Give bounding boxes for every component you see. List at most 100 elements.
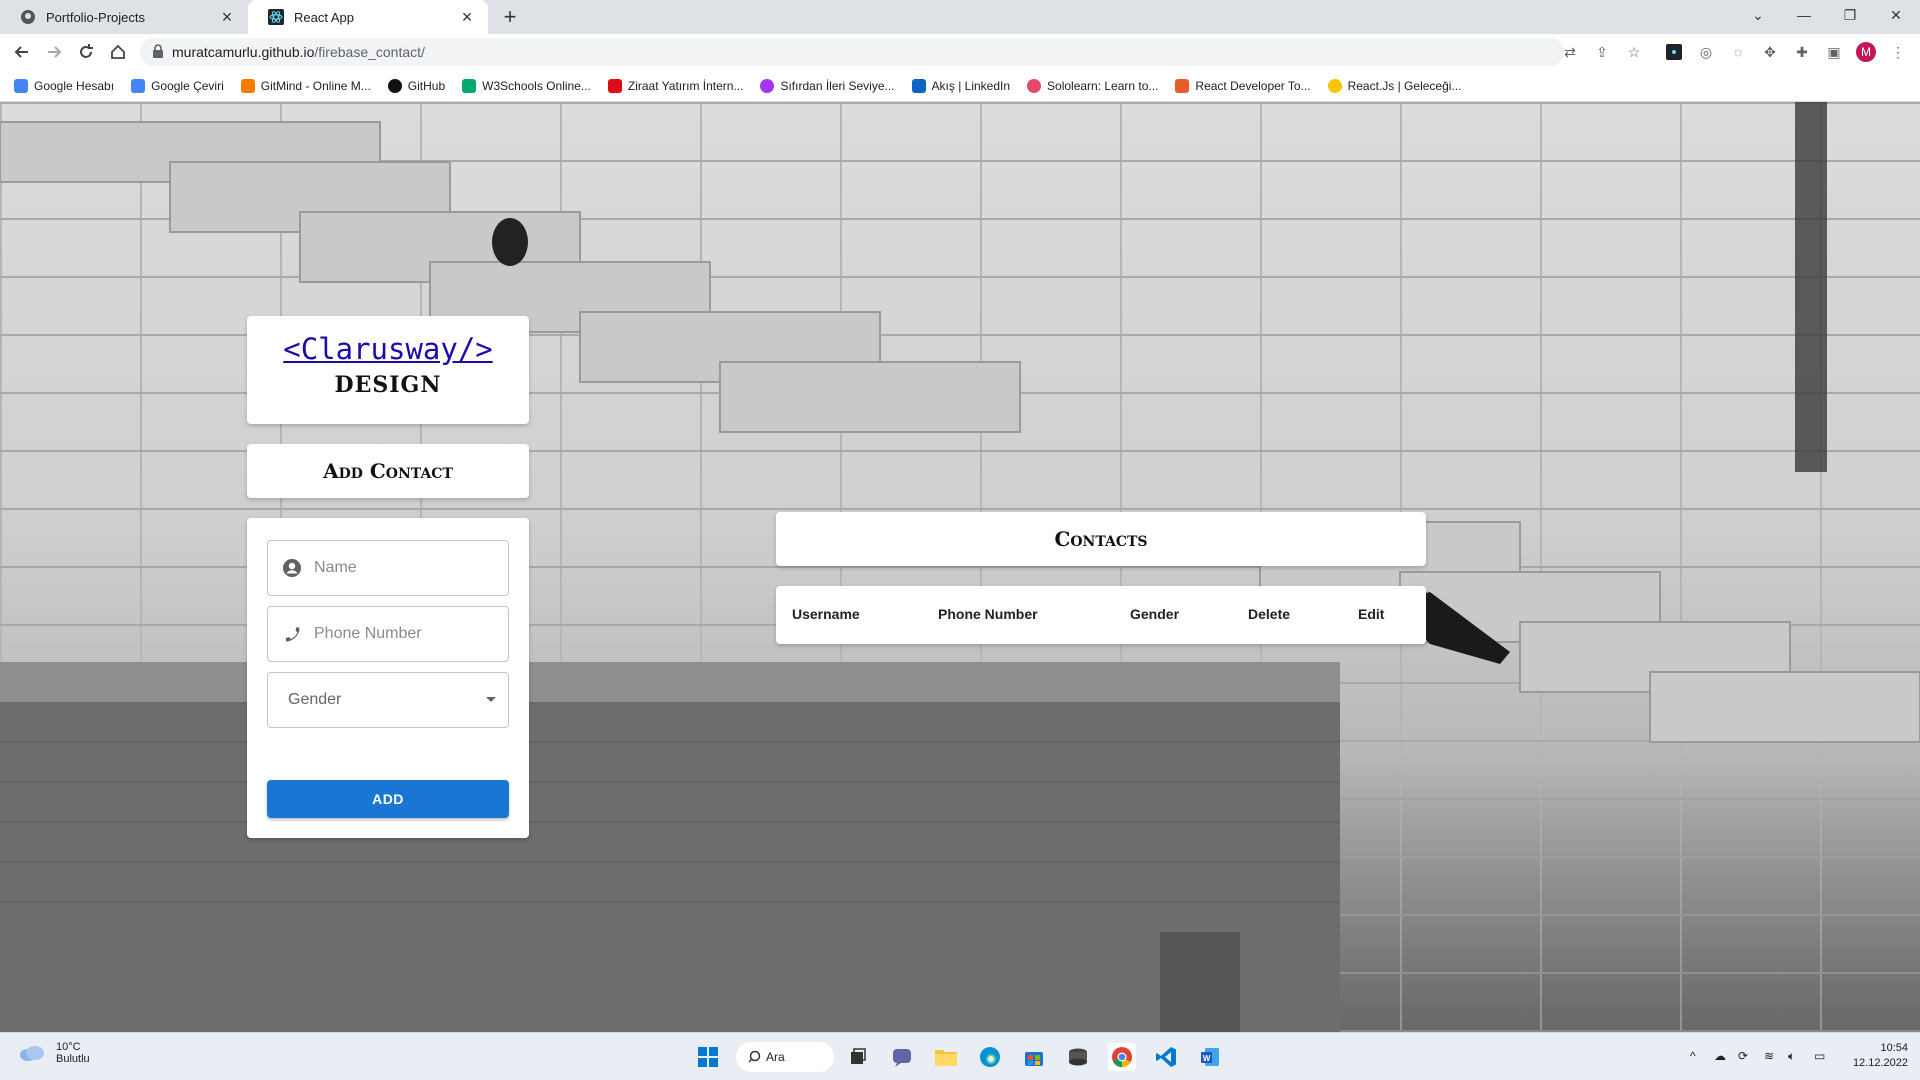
bookmarks-bar: Google Hesabı Google Çeviri GitMind - On… [0, 70, 1920, 102]
puzzle-icon[interactable]: ✚ [1792, 42, 1812, 62]
windows-start-icon[interactable] [694, 1043, 722, 1071]
extension-icon[interactable]: ◎ [1696, 42, 1716, 62]
bookmark-label: React.Js | Geleceği... [1347, 78, 1462, 93]
browser-toolbar: muratcamurlu.github.io/firebase_contact/… [0, 34, 1920, 70]
sololearn-icon [1027, 78, 1042, 93]
phone-field[interactable] [267, 606, 509, 662]
lock-icon [152, 43, 164, 61]
sync-icon[interactable]: ⟳ [1738, 1049, 1748, 1063]
system-clock[interactable]: 10:54 12.12.2022 [1853, 1041, 1908, 1071]
react-devtools-icon[interactable] [1664, 42, 1684, 62]
file-explorer-icon[interactable] [932, 1043, 960, 1071]
minimize-button[interactable]: — [1782, 0, 1826, 30]
tab-close-icon[interactable]: × [458, 7, 476, 28]
gender-select-label: Gender [288, 691, 342, 708]
bookmark-label: Sıfırdan İleri Seviye... [780, 78, 895, 93]
battery-icon[interactable]: ▭ [1814, 1049, 1825, 1063]
tab-portfolio-projects[interactable]: Portfolio-Projects × [0, 0, 248, 34]
clock-time: 10:54 [1880, 1042, 1908, 1054]
column-header-gender: Gender [1130, 606, 1180, 622]
bookmark-item[interactable]: Google Çeviri [131, 78, 224, 93]
new-tab-button[interactable]: + [498, 4, 522, 30]
bookmark-label: GitHub [407, 78, 446, 93]
back-arrow-icon[interactable] [10, 40, 34, 64]
react-developer-icon [1175, 78, 1190, 93]
name-input[interactable] [312, 558, 482, 578]
menu-kebab-icon[interactable]: ⋮ [1888, 42, 1908, 62]
bookmark-item[interactable]: Sololearn: Learn to... [1027, 78, 1158, 93]
react-icon [268, 9, 284, 25]
translate-icon[interactable]: ⇄ [1560, 42, 1580, 62]
bookmark-star-icon[interactable]: ☆ [1624, 42, 1644, 62]
linkedin-icon [911, 78, 926, 93]
teams-chat-icon[interactable] [888, 1043, 916, 1071]
search-icon [748, 1050, 761, 1066]
bookmark-label: Google Hesabı [34, 78, 115, 93]
vscode-icon[interactable] [1152, 1043, 1180, 1071]
url-host: muratcamurlu.github.io [172, 44, 315, 60]
bookmark-item[interactable]: GitHub [387, 78, 446, 93]
tray-chevron-up-icon[interactable]: ^ [1690, 1049, 1696, 1063]
profile-avatar[interactable]: M [1856, 42, 1876, 62]
bookmark-label: React Developer To... [1195, 78, 1311, 93]
contacts-title: Contacts [776, 512, 1426, 566]
bookmark-item[interactable]: React Developer To... [1175, 78, 1311, 93]
bookmark-item[interactable]: W3Schools Online... [462, 78, 591, 93]
share-icon[interactable]: ⇪ [1592, 42, 1612, 62]
onedrive-icon[interactable]: ☁ [1714, 1049, 1726, 1063]
database-icon[interactable] [1064, 1043, 1092, 1071]
word-icon[interactable]: W [1196, 1043, 1224, 1071]
bookmark-item[interactable]: Ziraat Yatırım İntern... [607, 78, 744, 93]
page-content: <Clarusway/> DESIGN Add Contact Gender A… [0, 102, 1920, 1032]
task-view-icon[interactable] [844, 1043, 872, 1071]
edge-icon[interactable] [976, 1043, 1004, 1071]
search-label: Ara [766, 1050, 785, 1064]
bookmark-label: W3Schools Online... [482, 78, 591, 93]
bookmark-item[interactable]: Google Hesabı [14, 78, 115, 93]
bookmark-label: Ziraat Yatırım İntern... [627, 78, 744, 93]
restore-button[interactable]: ❐ [1828, 0, 1872, 30]
volume-icon[interactable]: 🔈︎ [1788, 1049, 1795, 1064]
forward-arrow-icon[interactable] [42, 40, 66, 64]
clarusway-logo-link[interactable]: <Clarusway/> [247, 332, 529, 366]
windows-taskbar: 10°C Bulutlu Ara W ^ ☁ ⟳ ≋ 🔈︎ ▭ 10:54 12… [0, 1032, 1920, 1080]
side-panel-icon[interactable]: ▣ [1824, 42, 1844, 62]
github-icon [20, 9, 36, 25]
translate-icon [131, 78, 146, 93]
dropdown-caret-icon [486, 697, 496, 702]
w3schools-icon [462, 78, 477, 93]
bookmark-item[interactable]: React.Js | Geleceği... [1327, 78, 1462, 93]
gender-select[interactable]: Gender [267, 672, 509, 728]
tab-close-icon[interactable]: × [218, 7, 236, 28]
name-field[interactable] [267, 540, 509, 596]
ziraat-icon [607, 78, 622, 93]
tab-search-icon[interactable]: ⌄ [1736, 0, 1780, 30]
phone-icon [282, 624, 302, 644]
weather-desc: Bulutlu [56, 1053, 90, 1065]
home-icon[interactable] [106, 40, 130, 64]
logo-subtitle: DESIGN [334, 372, 442, 398]
add-button[interactable]: ADD [267, 780, 509, 818]
add-contact-title: Add Contact [247, 444, 529, 498]
bookmark-label: GitMind - Online M... [260, 78, 371, 93]
tab-react-app[interactable]: React App × [248, 0, 488, 34]
chrome-icon[interactable] [1108, 1043, 1136, 1071]
bookmark-item[interactable]: GitMind - Online M... [240, 78, 371, 93]
reload-icon[interactable] [74, 40, 98, 64]
reactjs-icon [1327, 78, 1342, 93]
extension-icon[interactable]: ✥ [1760, 42, 1780, 62]
add-contact-form: Gender ADD [247, 518, 529, 838]
taskbar-search[interactable]: Ara [736, 1042, 834, 1072]
weather-widget[interactable]: 10°C Bulutlu [18, 1041, 90, 1065]
wifi-icon[interactable]: ≋ [1764, 1049, 1774, 1063]
bookmark-item[interactable]: Sıfırdan İleri Seviye... [760, 78, 895, 93]
clock-date: 12.12.2022 [1852, 1057, 1908, 1069]
extension-icon[interactable]: ◌ [1728, 42, 1748, 62]
cloud-icon [20, 1046, 44, 1061]
phone-input[interactable] [312, 624, 482, 644]
microsoft-store-icon[interactable] [1020, 1043, 1048, 1071]
bookmark-item[interactable]: Akış | LinkedIn [911, 78, 1010, 93]
logo-card: <Clarusway/> DESIGN [247, 316, 529, 424]
address-bar[interactable]: muratcamurlu.github.io/firebase_contact/ [140, 38, 1564, 66]
close-window-button[interactable]: ✕ [1874, 0, 1918, 30]
